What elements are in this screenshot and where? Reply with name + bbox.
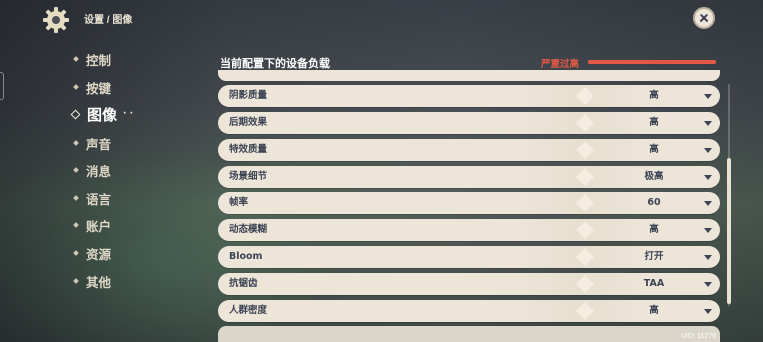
diamond-icon — [73, 250, 79, 256]
nav-item-label: 账户 — [86, 218, 112, 234]
top-bar: 设置 / 图像 — [0, 0, 763, 36]
setting-value: TAA — [643, 278, 665, 289]
diamond-icon — [73, 195, 79, 201]
row-decoration — [576, 275, 594, 293]
row-decoration — [576, 194, 594, 212]
setting-value: 高 — [649, 144, 659, 155]
scrollbar-thumb[interactable] — [727, 158, 731, 304]
nav-item-label: 语言 — [86, 191, 112, 207]
dropdown-caret-icon[interactable] — [704, 201, 712, 206]
row-decoration — [576, 114, 594, 132]
sparkle-icon: · · — [123, 109, 133, 119]
setting-label: 场景细节 — [229, 171, 268, 182]
setting-row-frame-rate[interactable]: 帧率 60 — [218, 192, 720, 214]
setting-label: 特效质量 — [229, 144, 268, 155]
nav-item-label: 消息 — [86, 163, 112, 179]
diamond-icon — [73, 84, 79, 90]
row-decoration — [576, 302, 594, 320]
row-decoration — [576, 87, 594, 105]
diamond-icon — [73, 140, 79, 146]
setting-row-anti-aliasing[interactable]: 抗锯齿 TAA — [218, 273, 720, 295]
setting-row-shadow-quality[interactable]: 阴影质量 高 — [218, 85, 720, 107]
dropdown-caret-icon[interactable] — [704, 309, 712, 314]
device-load-status: 严重过高 — [541, 59, 580, 70]
nav-item-account[interactable]: 账户 — [70, 215, 111, 235]
setting-value: 高 — [649, 305, 659, 316]
row-decoration — [576, 221, 594, 239]
nav-item-label: 资源 — [86, 246, 112, 262]
setting-value: 高 — [649, 117, 659, 128]
dropdown-caret-icon[interactable] — [704, 282, 712, 287]
diamond-icon — [73, 278, 79, 284]
close-button[interactable] — [693, 7, 715, 29]
row-decoration — [576, 168, 594, 186]
setting-row-effects-quality[interactable]: 特效质量 高 — [218, 139, 720, 161]
setting-label: 动态模糊 — [229, 224, 268, 235]
row-decoration — [576, 141, 594, 159]
setting-label: 阴影质量 — [229, 90, 268, 101]
diamond-icon — [73, 222, 79, 228]
settings-row-partial — [218, 70, 720, 81]
setting-label: 后期效果 — [229, 117, 268, 128]
breadcrumb: 设置 / 图像 — [84, 15, 133, 26]
side-tab-edge — [0, 72, 4, 100]
dropdown-caret-icon[interactable] — [704, 228, 712, 233]
nav-item-language[interactable]: 语言 — [70, 188, 111, 208]
setting-value: 高 — [649, 90, 659, 101]
nav-item-controls[interactable]: 控制 — [70, 49, 111, 69]
nav-item-label: 按键 — [86, 80, 112, 96]
setting-value: 高 — [649, 224, 659, 235]
device-load-title: 当前配置下的设备负载 — [220, 57, 330, 70]
nav-item-resources[interactable]: 资源 — [70, 243, 111, 263]
dropdown-caret-icon[interactable] — [704, 255, 712, 260]
device-load-fill — [588, 60, 716, 64]
setting-label: 帧率 — [229, 197, 249, 208]
diamond-icon — [73, 56, 79, 62]
nav-item-messages[interactable]: 消息 — [70, 160, 111, 180]
diamond-icon — [73, 167, 79, 173]
setting-row-motion-blur[interactable]: 动态模糊 高 — [218, 219, 720, 241]
gear-icon — [43, 7, 69, 33]
dropdown-caret-icon[interactable] — [704, 175, 712, 180]
row-decoration — [576, 248, 594, 266]
nav-item-label: 其他 — [86, 274, 112, 290]
dropdown-caret-icon[interactable] — [704, 148, 712, 153]
setting-value: 60 — [647, 197, 661, 208]
graphics-settings-list: 阴影质量 高 后期效果 高 特效质量 高 场景细节 极高 帧率 60 动态模糊 … — [218, 70, 720, 342]
nav-item-other[interactable]: 其他 — [70, 271, 111, 291]
uid-label: UID: 11279 — [681, 333, 716, 340]
setting-value: 极高 — [644, 171, 664, 182]
nav-item-graphics[interactable]: 图像 · · — [70, 104, 133, 124]
nav-item-label: 控制 — [86, 52, 112, 68]
dropdown-caret-icon[interactable] — [704, 121, 712, 126]
setting-value: 打开 — [644, 251, 664, 262]
setting-row-scene-detail[interactable]: 场景细节 极高 — [218, 166, 720, 188]
nav-item-label: 声音 — [86, 136, 112, 152]
setting-row-bloom[interactable]: Bloom 打开 — [218, 246, 720, 268]
nav-item-label: 图像 — [87, 105, 118, 124]
diamond-icon — [70, 109, 81, 119]
nav-item-keys[interactable]: 按键 — [70, 77, 111, 97]
dropdown-caret-icon[interactable] — [704, 94, 712, 99]
setting-label: 人群密度 — [229, 305, 268, 316]
setting-label: Bloom — [229, 251, 263, 262]
nav-item-audio[interactable]: 声音 — [70, 133, 111, 153]
device-load-bar — [588, 60, 716, 64]
settings-row-partial — [218, 326, 720, 342]
setting-row-post-processing[interactable]: 后期效果 高 — [218, 112, 720, 134]
setting-label: 抗锯齿 — [229, 278, 258, 289]
setting-row-crowd-density[interactable]: 人群密度 高 — [218, 300, 720, 322]
